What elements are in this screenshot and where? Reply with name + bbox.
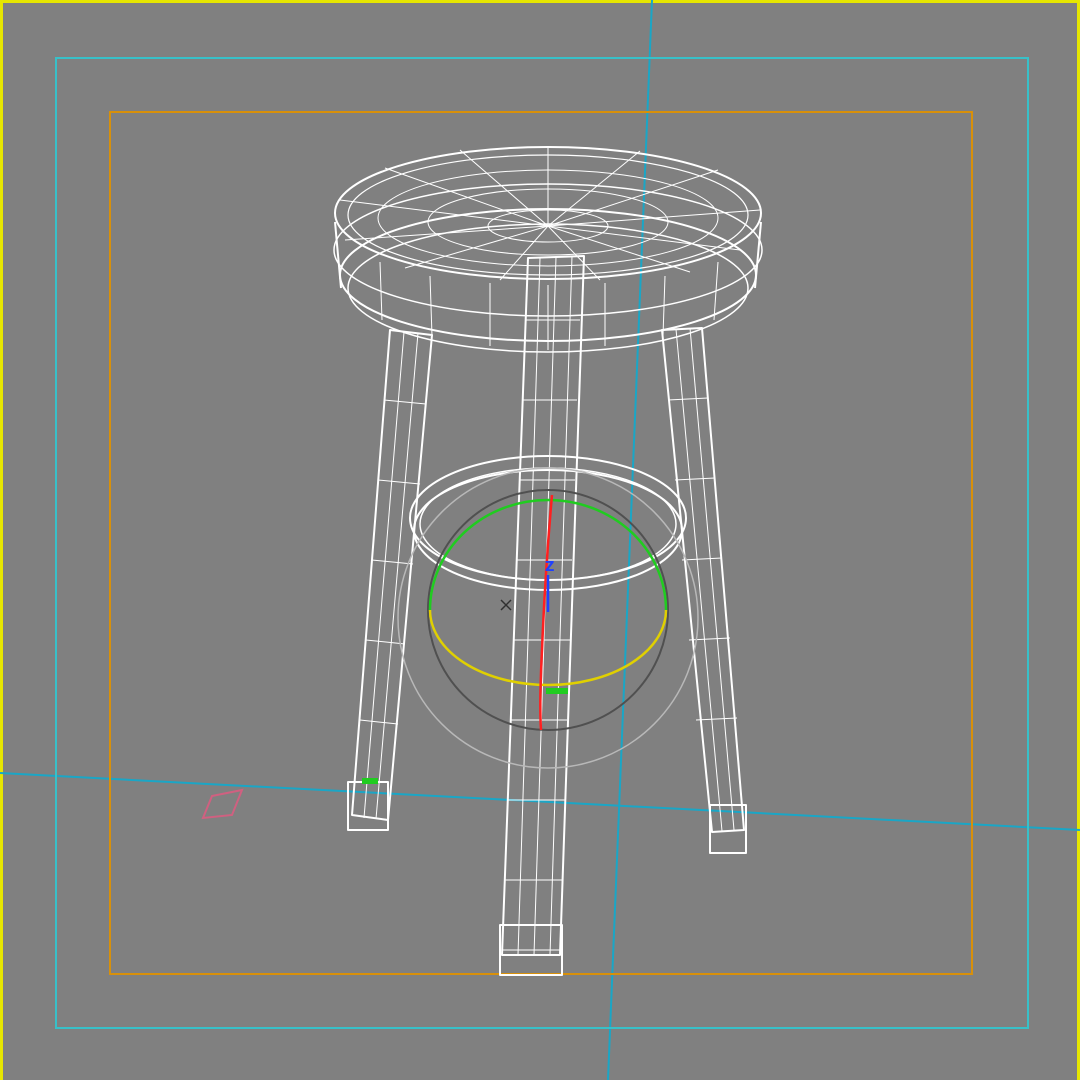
grid-axis-x	[0, 772, 1080, 831]
stool-leg-left[interactable]	[347, 329, 433, 831]
title-safe-frame	[109, 111, 973, 975]
action-safe-frame	[55, 57, 1029, 1029]
gizmo-pivot-icon	[500, 599, 512, 611]
gizmo-z-label: Z	[545, 560, 554, 575]
foot-marker-left	[362, 778, 378, 784]
foot-marker-front	[546, 688, 568, 694]
stool-seat[interactable]	[333, 146, 763, 353]
stool-leg-right[interactable]	[661, 327, 747, 854]
stool-leg-front[interactable]	[499, 255, 585, 976]
viewport-scene[interactable]: Z	[0, 0, 1080, 1080]
gizmo-active-ring[interactable]	[428, 609, 668, 687]
perspective-viewport[interactable]: Z	[0, 0, 1080, 1080]
light-helper-icon[interactable]	[201, 788, 244, 820]
